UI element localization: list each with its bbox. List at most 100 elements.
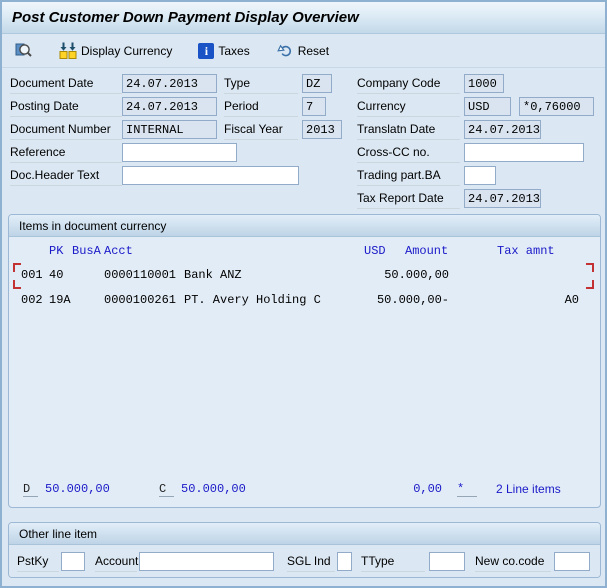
items-table: PK BusA Acct USD Amount Tax amnt 001 40 … (9, 237, 600, 508)
reset-button[interactable]: Reset (271, 39, 334, 63)
other-line-item-header: Other line item (9, 523, 600, 545)
cross-cc-input[interactable] (464, 143, 584, 162)
account-input[interactable] (139, 552, 274, 571)
magnifier-icon (15, 42, 33, 60)
info-icon: i (198, 43, 214, 59)
document-header-form: Document Date 24.07.2013 Posting Date 24… (2, 72, 605, 212)
item-amount: 50.000,00 (339, 268, 449, 282)
period-field[interactable]: 7 (302, 97, 326, 116)
other-line-item-title: Other line item (19, 527, 97, 541)
document-number-label: Document Number (10, 118, 122, 140)
exchange-rate-field[interactable]: *0,76000 (519, 97, 594, 116)
doc-header-text-row: Doc.Header Text (10, 164, 299, 187)
window-title-bar: Post Customer Down Payment Display Overv… (2, 2, 605, 34)
col-header-pk: PK (49, 244, 63, 258)
trading-part-row: Trading part.BA (357, 164, 594, 187)
type-field[interactable]: DZ (302, 74, 332, 93)
items-table-header: PK BusA Acct USD Amount Tax amnt (9, 243, 600, 263)
form-middle-column: Type DZ Period 7 Fiscal Year 2013 (224, 72, 342, 141)
items-group-title: Items in document currency (19, 219, 166, 233)
sap-window: Post Customer Down Payment Display Overv… (0, 0, 607, 588)
pstky-label: PstKy (17, 551, 59, 572)
display-currency-button[interactable]: Display Currency (54, 39, 177, 63)
translatn-date-row: Translatn Date 24.07.2013 (357, 118, 594, 141)
display-currency-label: Display Currency (81, 44, 172, 58)
reference-label: Reference (10, 141, 122, 163)
reset-label: Reset (298, 44, 329, 58)
period-row: Period 7 (224, 95, 342, 118)
display-currency-icon (59, 42, 77, 60)
currency-field[interactable]: USD (464, 97, 511, 116)
debit-total: 50.000,00 (45, 482, 110, 496)
totals-row: D 50.000,00 C 50.000,00 0,00 * 2 Line it… (9, 482, 600, 500)
company-code-field[interactable]: 1000 (464, 74, 504, 93)
item-account-name: PT. Avery Holding C (184, 293, 321, 307)
reference-input[interactable] (122, 143, 237, 162)
items-group-header: Items in document currency (9, 215, 600, 237)
item-row-002[interactable]: 002 19A 0000100261 PT. Avery Holding C 5… (9, 292, 600, 312)
application-toolbar: Display Currency i Taxes Reset (2, 35, 605, 68)
sgl-ind-input[interactable] (337, 552, 352, 571)
item-no: 002 (21, 293, 43, 307)
credit-total: 50.000,00 (181, 482, 246, 496)
trading-part-label: Trading part.BA (357, 164, 460, 186)
document-number-field[interactable]: INTERNAL (122, 120, 217, 139)
new-co-code-input[interactable] (554, 552, 590, 571)
item-account: 0000110001 (104, 268, 176, 282)
translatn-date-label: Translatn Date (357, 118, 460, 140)
page-title: Post Customer Down Payment Display Overv… (12, 9, 359, 26)
credit-indicator: C (159, 482, 174, 497)
currency-row: Currency USD *0,76000 (357, 95, 594, 118)
fiscal-year-row: Fiscal Year 2013 (224, 118, 342, 141)
line-items-count: 2 Line items (496, 482, 561, 496)
display-indicator-field[interactable]: * (457, 482, 477, 497)
form-right-column: Company Code 1000 Currency USD *0,76000 … (357, 72, 594, 210)
account-label: Account (95, 551, 137, 572)
col-header-busa: BusA (72, 244, 101, 258)
ttype-label: TType (361, 551, 425, 572)
col-header-amount: Amount (405, 244, 448, 258)
pstky-input[interactable] (61, 552, 85, 571)
col-header-tax-amnt: Tax amnt (497, 244, 555, 258)
reference-row: Reference (10, 141, 299, 164)
item-account-name: Bank ANZ (184, 268, 242, 282)
period-label: Period (224, 95, 298, 117)
cross-cc-row: Cross-CC no. (357, 141, 594, 164)
cross-cc-label: Cross-CC no. (357, 141, 460, 163)
posting-date-field[interactable]: 24.07.2013 (122, 97, 217, 116)
doc-header-text-label: Doc.Header Text (10, 164, 122, 186)
type-label: Type (224, 72, 298, 94)
tax-report-date-label: Tax Report Date (357, 187, 460, 209)
fiscal-year-label: Fiscal Year (224, 118, 298, 140)
type-row: Type DZ (224, 72, 342, 95)
fiscal-year-field[interactable]: 2013 (302, 120, 342, 139)
item-account: 0000100261 (104, 293, 176, 307)
company-code-label: Company Code (357, 72, 460, 94)
translatn-date-field[interactable]: 24.07.2013 (464, 120, 541, 139)
balance-amount: 0,00 (359, 482, 442, 496)
other-line-item-body: PstKy Account SGL Ind TType New co.code (9, 545, 600, 578)
document-date-label: Document Date (10, 72, 122, 94)
tax-report-date-row: Tax Report Date 24.07.2013 (357, 187, 594, 210)
sgl-ind-label: SGL Ind (287, 551, 335, 572)
document-date-field[interactable]: 24.07.2013 (122, 74, 217, 93)
items-groupbox: Items in document currency PK BusA Acct … (8, 214, 601, 508)
trading-part-input[interactable] (464, 166, 496, 185)
col-header-acct: Acct (104, 244, 133, 258)
doc-header-text-input[interactable] (122, 166, 299, 185)
debit-indicator: D (23, 482, 38, 497)
item-tax-amnt: A0 (479, 293, 579, 307)
item-no: 001 (21, 268, 43, 282)
col-header-usd: USD (364, 244, 386, 258)
tax-report-date-field[interactable]: 24.07.2013 (464, 189, 541, 208)
item-pk: 19A (49, 293, 71, 307)
taxes-button[interactable]: i Taxes (193, 40, 254, 62)
item-row-001[interactable]: 001 40 0000110001 Bank ANZ 50.000,00 (9, 267, 600, 287)
ttype-input[interactable] (429, 552, 465, 571)
item-pk: 40 (49, 268, 63, 282)
company-code-row: Company Code 1000 (357, 72, 594, 95)
choose-detail-button[interactable] (10, 39, 38, 63)
currency-label: Currency (357, 95, 460, 117)
other-line-item-groupbox: Other line item PstKy Account SGL Ind TT… (8, 522, 601, 578)
taxes-label: Taxes (218, 44, 249, 58)
